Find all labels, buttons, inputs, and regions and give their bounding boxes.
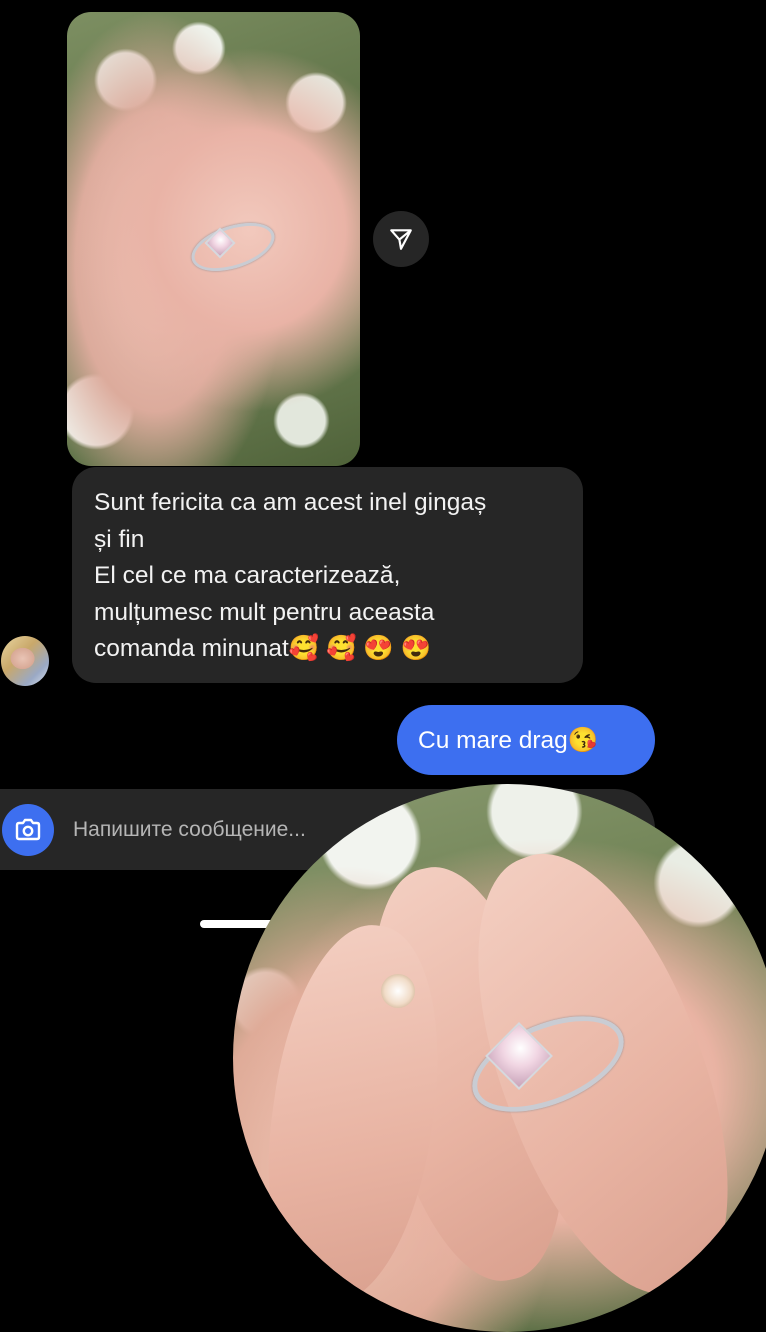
- zoomed-ring-photo: [233, 784, 766, 1332]
- message-line: mulțumesc mult pentru aceasta: [94, 598, 435, 626]
- message-line: și fin: [94, 525, 145, 553]
- camera-button[interactable]: [2, 804, 54, 856]
- message-line: Sunt fericita ca am acest inel gingaș: [94, 489, 487, 516]
- message-input[interactable]: [73, 808, 353, 852]
- paper-plane-icon: [390, 229, 412, 250]
- sender-avatar[interactable]: [1, 636, 49, 686]
- camera-icon: [15, 818, 41, 841]
- message-line: El cel ce ma caracterizează,: [94, 562, 401, 589]
- incoming-photo-message[interactable]: [67, 12, 360, 466]
- outgoing-message-bubble[interactable]: Cu mare drag😘: [397, 705, 655, 775]
- share-button[interactable]: [373, 211, 429, 267]
- flower-bud: [381, 974, 415, 1008]
- incoming-message-bubble[interactable]: Sunt fericita ca am acest inel gingaș și…: [72, 467, 583, 683]
- outgoing-message-text: Cu mare drag😘: [418, 727, 599, 754]
- message-line: comanda minunat🥰 🥰 😍 😍: [94, 635, 432, 662]
